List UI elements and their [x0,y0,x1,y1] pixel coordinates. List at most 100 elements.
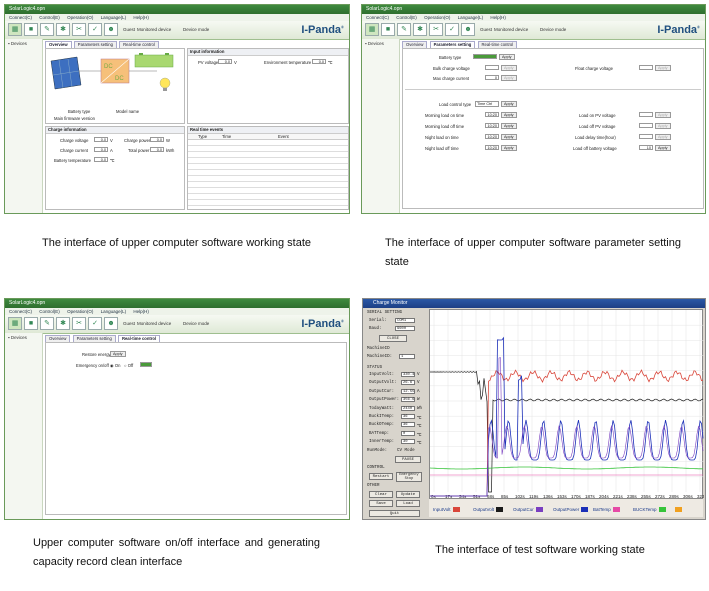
right-row-value[interactable] [639,112,653,117]
emergency-stop-button[interactable]: Emergency Stop [396,472,422,482]
wrench-tool-icon[interactable]: ✎ [40,23,54,36]
right-row-apply[interactable]: Apply [655,134,671,140]
menu-operation-3[interactable]: Operation(O) [67,309,93,314]
load-control-apply[interactable]: Apply [501,101,517,107]
settings-tool-icon[interactable]: ✱ [413,23,427,36]
tab-parameters-3[interactable]: Parameters setting [72,335,116,342]
battery-type-apply[interactable]: Apply [499,54,515,60]
connect-tool-icon[interactable]: ■ [24,23,38,36]
tab-overview-3[interactable]: Overview [45,335,71,342]
menu-operation[interactable]: Operation(O) [67,15,93,20]
machine-id-select[interactable]: 1 [399,354,415,359]
status-unit: ℃ [417,425,422,430]
menu-control[interactable]: Control(E) [39,15,60,20]
caption-test-software: The interface of test software working s… [435,544,645,556]
close-button[interactable]: CLOSE [379,335,407,342]
buck-temp-trace [430,466,704,470]
col-time[interactable]: Time [222,134,231,139]
check-tool-icon[interactable]: ✓ [88,23,102,36]
left-row-apply[interactable]: Apply [501,134,517,140]
left-row-value[interactable]: 10:20 [485,145,499,150]
tab-overview[interactable]: Overview [45,41,72,48]
status-unit: ℃ [417,417,422,421]
connect-tool-icon[interactable]: ■ [24,317,38,330]
overview-tool-icon[interactable]: ▦ [8,23,22,36]
legend-item: OutputPower [553,507,589,513]
menu-connect[interactable]: Connect(C) [9,15,32,20]
tab-overview-2[interactable]: Overview [402,41,428,48]
radio-on[interactable]: ◉ On [110,363,120,368]
baud-select[interactable]: 9600 [395,326,415,331]
check-tool-icon[interactable]: ✓ [445,23,459,36]
settings-tool-icon[interactable]: ✱ [56,317,70,330]
menu-language[interactable]: Language(L) [101,15,127,20]
menu-help[interactable]: Help(H) [133,15,149,20]
clear-button[interactable]: Clear [369,491,393,498]
tab-parameters-2[interactable]: Parameters setting [429,41,476,48]
menu-operation-2[interactable]: Operation(O) [424,15,450,20]
left-row-value[interactable]: 10:20 [485,123,499,128]
float-voltage-input[interactable] [639,65,653,70]
col-type[interactable]: Type [198,134,207,139]
menu-control-2[interactable]: Control(E) [396,15,417,20]
tab-realtime[interactable]: Real-time control [119,41,159,48]
wrench-tool-icon[interactable]: ✎ [40,317,54,330]
load-control-select[interactable]: Time Ctrl [475,101,499,107]
left-row-apply[interactable]: Apply [501,145,517,151]
left-row-value[interactable]: 10:20 [485,134,499,139]
menu-help-3[interactable]: Help(H) [133,309,149,314]
max-current-input[interactable]: 0 [485,75,499,80]
right-row-apply[interactable]: Apply [655,123,671,129]
tools-tool-icon[interactable]: ✂ [72,23,86,36]
update-button[interactable]: Update [396,491,420,498]
panda-tool-icon[interactable]: ☻ [104,23,118,36]
tab-realtime-2[interactable]: Real-time control [477,41,518,48]
restore-energy-apply[interactable]: Apply [110,351,126,357]
load-button[interactable]: Load [396,500,420,507]
serial-select[interactable]: COM1 [395,318,415,323]
quit-button[interactable]: Quit [369,510,420,517]
menu-control-3[interactable]: Control(E) [39,309,60,314]
save-button[interactable]: Save [369,500,393,507]
bulk-voltage-input[interactable] [485,65,499,70]
right-row-value[interactable]: 10 [639,145,653,150]
right-row-value[interactable] [639,123,653,128]
left-row-value[interactable]: 10:20 [485,112,499,117]
menu-connect-2[interactable]: Connect(C) [366,15,389,20]
check-tool-icon[interactable]: ✓ [88,317,102,330]
right-row-apply[interactable]: Apply [655,112,671,118]
radio-off[interactable]: ○ Off [124,363,133,368]
wrench-tool-icon[interactable]: ✎ [397,23,411,36]
bulk-voltage-apply[interactable]: Apply [501,65,517,71]
panda-tool-icon[interactable]: ☻ [104,317,118,330]
left-row-apply[interactable]: Apply [501,112,517,118]
device-mode-label: Device mode [183,27,210,32]
tools-tool-icon[interactable]: ✂ [72,317,86,330]
max-current-apply[interactable]: Apply [501,75,517,81]
status-unit: V [417,381,420,386]
monitor-sidebar: SERIAL SETTING Serial: COM1 Baud: 9600 C… [365,309,427,517]
pause-button[interactable]: PAUSE [395,456,421,463]
right-row-apply[interactable]: Apply [655,145,671,151]
tab-parameters[interactable]: Parameters setting [73,41,117,48]
output-volt-trace [430,370,704,493]
overview-tool-icon[interactable]: ▦ [8,317,22,330]
restart-button[interactable]: Restart [369,473,393,480]
panda-tool-icon[interactable]: ☻ [461,23,475,36]
battery-type-select[interactable] [473,54,497,59]
left-row-apply[interactable]: Apply [501,123,517,129]
tab-realtime-3[interactable]: Real-time control [117,335,161,342]
float-voltage-apply[interactable]: Apply [655,65,671,71]
right-row-value[interactable] [639,134,653,139]
menu-language-3[interactable]: Language(L) [101,309,127,314]
tools-tool-icon[interactable]: ✂ [429,23,443,36]
status-label: InnerTemp: [369,440,395,445]
connect-tool-icon[interactable]: ■ [381,23,395,36]
settings-tool-icon[interactable]: ✱ [56,23,70,36]
menu-connect-3[interactable]: Connect(C) [9,309,32,314]
menu-language-2[interactable]: Language(L) [458,15,484,20]
status-label: BATTemp: [369,431,390,436]
menu-help-2[interactable]: Help(H) [490,15,506,20]
overview-tool-icon[interactable]: ▦ [365,23,379,36]
col-event[interactable]: Event [278,134,289,139]
